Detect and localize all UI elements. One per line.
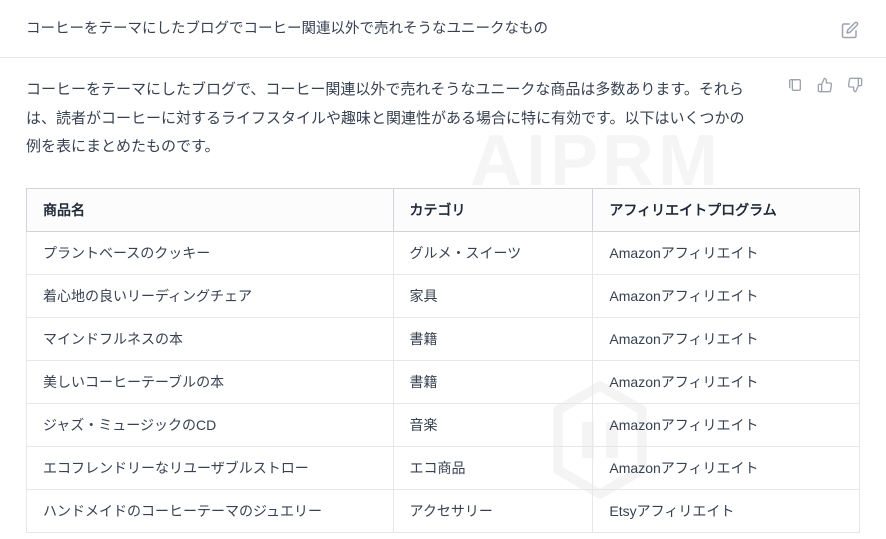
table-row: ハンドメイドのコーヒーテーマのジュエリーアクセサリーEtsyアフィリエイト (27, 489, 860, 532)
response-intro-text: コーヒーをテーマにしたブログで、コーヒー関連以外で売れそうなユニークな商品は多数… (26, 76, 750, 162)
response-actions (786, 76, 864, 94)
table-cell: Amazonアフィリエイト (593, 446, 860, 489)
prompt-bar: コーヒーをテーマにしたブログでコーヒー関連以外で売れそうなユニークなもの (0, 0, 886, 58)
products-table: 商品名 カテゴリ アフィリエイトプログラム プラントベースのクッキーグルメ・スイ… (26, 188, 860, 533)
thumbs-up-icon (817, 77, 833, 93)
table-row: マインドフルネスの本書籍Amazonアフィリエイト (27, 317, 860, 360)
table-cell: プラントベースのクッキー (27, 231, 394, 274)
table-header-row: 商品名 カテゴリ アフィリエイトプログラム (27, 188, 860, 231)
copy-button[interactable] (786, 76, 804, 94)
table-cell: 家具 (393, 274, 593, 317)
table-cell: アクセサリー (393, 489, 593, 532)
table-cell: マインドフルネスの本 (27, 317, 394, 360)
thumbs-down-icon (847, 77, 863, 93)
table-cell: Amazonアフィリエイト (593, 231, 860, 274)
table-header-category: カテゴリ (393, 188, 593, 231)
table-cell: Amazonアフィリエイト (593, 274, 860, 317)
table-cell: 書籍 (393, 360, 593, 403)
table-cell: 音楽 (393, 403, 593, 446)
table-cell: Amazonアフィリエイト (593, 317, 860, 360)
prompt-text: コーヒーをテーマにしたブログでコーヒー関連以外で売れそうなユニークなもの (26, 18, 840, 41)
table-row: 美しいコーヒーテーブルの本書籍Amazonアフィリエイト (27, 360, 860, 403)
table-cell: エコ商品 (393, 446, 593, 489)
table-row: ジャズ・ミュージックのCD音楽Amazonアフィリエイト (27, 403, 860, 446)
table-row: 着心地の良いリーディングチェア家具Amazonアフィリエイト (27, 274, 860, 317)
table-header-product: 商品名 (27, 188, 394, 231)
table-cell: 美しいコーヒーテーブルの本 (27, 360, 394, 403)
table-cell: エコフレンドリーなリユーザブルストロー (27, 446, 394, 489)
like-button[interactable] (816, 76, 834, 94)
table-cell: ジャズ・ミュージックのCD (27, 403, 394, 446)
table-row: プラントベースのクッキーグルメ・スイーツAmazonアフィリエイト (27, 231, 860, 274)
edit-icon (841, 21, 859, 39)
table-cell: Amazonアフィリエイト (593, 403, 860, 446)
table-header-program: アフィリエイトプログラム (593, 188, 860, 231)
clipboard-icon (787, 77, 803, 93)
table-cell: Amazonアフィリエイト (593, 360, 860, 403)
table-cell: Etsyアフィリエイト (593, 489, 860, 532)
edit-prompt-button[interactable] (840, 20, 860, 40)
table-row: エコフレンドリーなリユーザブルストローエコ商品Amazonアフィリエイト (27, 446, 860, 489)
table-cell: 着心地の良いリーディングチェア (27, 274, 394, 317)
dislike-button[interactable] (846, 76, 864, 94)
response-block: コーヒーをテーマにしたブログで、コーヒー関連以外で売れそうなユニークな商品は多数… (0, 58, 886, 533)
table-cell: グルメ・スイーツ (393, 231, 593, 274)
table-cell: ハンドメイドのコーヒーテーマのジュエリー (27, 489, 394, 532)
table-cell: 書籍 (393, 317, 593, 360)
